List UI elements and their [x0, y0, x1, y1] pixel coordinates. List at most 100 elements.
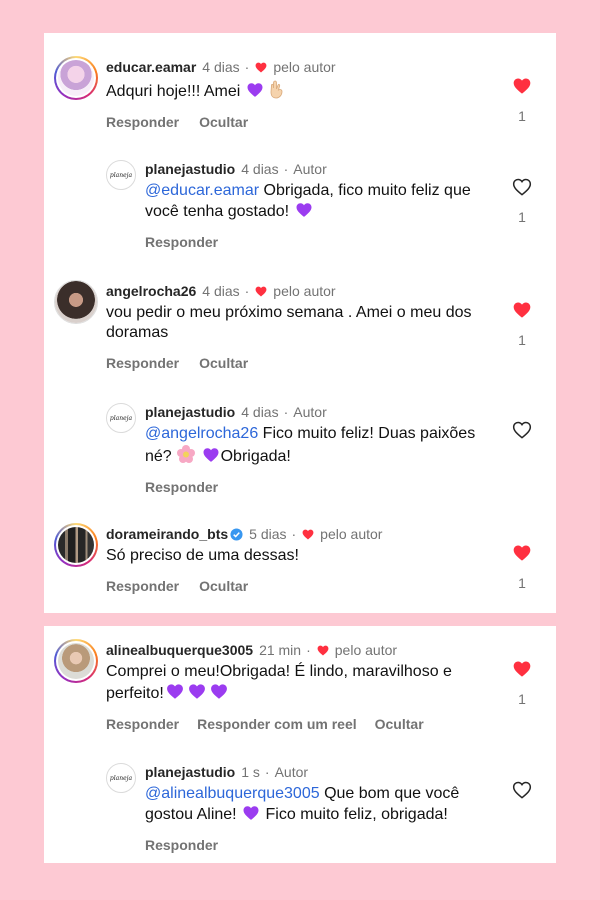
heart-filled-icon[interactable]	[511, 300, 533, 320]
like-control	[510, 420, 534, 440]
like-control: 1	[510, 300, 534, 348]
reply-with-reel-button[interactable]: Responder com um reel	[197, 716, 357, 732]
username[interactable]: planejastudio	[145, 160, 235, 178]
author-liked-heart-icon	[255, 286, 267, 296]
like-count: 1	[518, 209, 526, 225]
reply-button[interactable]: Responder	[106, 578, 179, 594]
purple-heart-icon	[166, 684, 183, 699]
comment-actions: Responder Ocultar	[106, 114, 490, 130]
like-control: 1	[510, 76, 534, 124]
hide-button[interactable]: Ocultar	[199, 355, 248, 371]
heart-outline-icon[interactable]	[511, 177, 533, 197]
comment-meta: alinealbuquerque3005 21 min · pelo autor	[106, 641, 398, 659]
comment-text: Comprei o meu!Obrigada! É lindo, maravil…	[106, 663, 452, 702]
comment-body: alinealbuquerque3005 21 min · pelo autor…	[106, 641, 490, 732]
timestamp: 4 dias	[241, 404, 279, 420]
reply-button[interactable]: Responder	[145, 479, 218, 495]
comment-meta: planejastudio 4 dias · Autor	[145, 403, 327, 421]
like-control: 1	[510, 659, 534, 707]
comment-body: angelrocha26 4 dias · pelo autor vou ped…	[106, 282, 490, 371]
comment-text: Adquri hoje!!! Amei	[106, 79, 490, 102]
reply-button[interactable]: Responder	[106, 716, 179, 732]
flower-icon	[177, 445, 196, 463]
reply-button[interactable]: Responder	[106, 114, 179, 130]
like-count: 1	[518, 575, 526, 591]
mention-link[interactable]: @alinealbuquerque3005	[145, 785, 320, 802]
author-label: Autor	[293, 404, 327, 420]
avatar[interactable]	[54, 56, 98, 100]
author-liked-heart-icon	[302, 529, 314, 539]
purple-heart-icon	[203, 448, 219, 462]
comment-body: planejastudio 1 s · Autor @alinealbuquer…	[145, 763, 490, 853]
avatar[interactable]: planeja	[106, 763, 136, 793]
comment-body: planejastudio 4 dias · Autor @angelrocha…	[145, 403, 490, 495]
hide-button[interactable]: Ocultar	[199, 114, 248, 130]
avatar[interactable]	[54, 523, 98, 567]
username[interactable]: educar.eamar	[106, 58, 196, 76]
comment-text: vou pedir o meu próximo semana . Amei o …	[106, 304, 472, 341]
username[interactable]: alinealbuquerque3005	[106, 641, 253, 659]
comment-text: @educar.eamar Obrigada, fico muito feliz…	[145, 182, 471, 220]
heart-filled-icon[interactable]	[511, 543, 533, 563]
timestamp: 4 dias	[241, 161, 279, 177]
avatar[interactable]: planeja	[106, 403, 136, 433]
like-count: 1	[518, 332, 526, 348]
comment-meta: planejastudio 1 s · Autor	[145, 763, 309, 781]
brand-logo: planeja	[109, 414, 133, 422]
comment-actions: Responder	[145, 234, 490, 250]
heart-filled-icon[interactable]	[511, 76, 533, 96]
comment-text: @alinealbuquerque3005 Que bom que você g…	[145, 785, 460, 823]
reply-button[interactable]: Responder	[106, 355, 179, 371]
comment-text: Só preciso de uma dessas!	[106, 547, 299, 564]
brand-logo: planeja	[109, 774, 133, 782]
author-label: Autor	[274, 764, 309, 780]
hide-button[interactable]: Ocultar	[375, 716, 424, 732]
comment-body: planejastudio 4 dias · Autor @educar.eam…	[145, 160, 490, 250]
author-liked-heart-icon	[255, 62, 267, 72]
hide-button[interactable]: Ocultar	[199, 578, 248, 594]
purple-heart-icon	[210, 684, 227, 699]
mention-link[interactable]: @educar.eamar	[145, 182, 259, 199]
avatar[interactable]: planeja	[106, 160, 136, 190]
timestamp: 4 dias	[202, 283, 240, 299]
avatar[interactable]	[54, 639, 98, 683]
heart-outline-icon[interactable]	[511, 780, 533, 800]
heart-filled-icon[interactable]	[511, 659, 533, 679]
brand-logo: planeja	[109, 171, 133, 179]
purple-heart-icon	[243, 806, 259, 820]
username[interactable]: planejastudio	[145, 763, 235, 781]
username[interactable]: planejastudio	[145, 403, 235, 421]
comment-actions: Responder Responder com um reel Ocultar	[106, 716, 490, 732]
username[interactable]: dorameirando_bts	[106, 525, 228, 543]
timestamp: 4 dias	[202, 59, 240, 75]
timestamp: 1 s	[241, 764, 260, 780]
like-control	[510, 780, 534, 800]
mention-link[interactable]: @angelrocha26	[145, 425, 258, 442]
comment-actions: Responder Ocultar	[106, 355, 490, 371]
purple-heart-icon	[296, 203, 312, 217]
comments-card: alinealbuquerque3005 21 min · pelo autor…	[44, 626, 556, 863]
username[interactable]: angelrocha26	[106, 282, 196, 300]
comment-body: dorameirando_bts 5 dias · pelo autor Só …	[106, 525, 490, 594]
author-liked-label: pelo autor	[334, 642, 398, 658]
comment-meta: dorameirando_bts 5 dias · pelo autor	[106, 525, 383, 543]
comment-actions: Responder	[145, 837, 490, 853]
author-liked-label: pelo autor	[320, 526, 383, 542]
like-count: 1	[518, 108, 526, 124]
author-liked-label: pelo autor	[273, 59, 336, 75]
avatar[interactable]	[54, 280, 98, 324]
purple-heart-icon	[247, 83, 263, 97]
purple-heart-icon	[188, 684, 205, 699]
comment-meta: educar.eamar 4 dias · pelo autor	[106, 58, 336, 76]
heart-outline-icon[interactable]	[511, 420, 533, 440]
verified-badge-icon	[230, 527, 243, 541]
author-liked-heart-icon	[317, 645, 329, 655]
author-label: Autor	[293, 161, 327, 177]
like-control: 1	[510, 543, 534, 591]
like-count: 1	[518, 691, 526, 707]
timestamp: 5 dias	[249, 526, 287, 542]
reply-button[interactable]: Responder	[145, 234, 218, 250]
reply-button[interactable]: Responder	[145, 837, 218, 853]
comment-actions: Responder	[145, 479, 490, 495]
comments-card: educar.eamar 4 dias · pelo autor Adquri …	[44, 33, 556, 613]
